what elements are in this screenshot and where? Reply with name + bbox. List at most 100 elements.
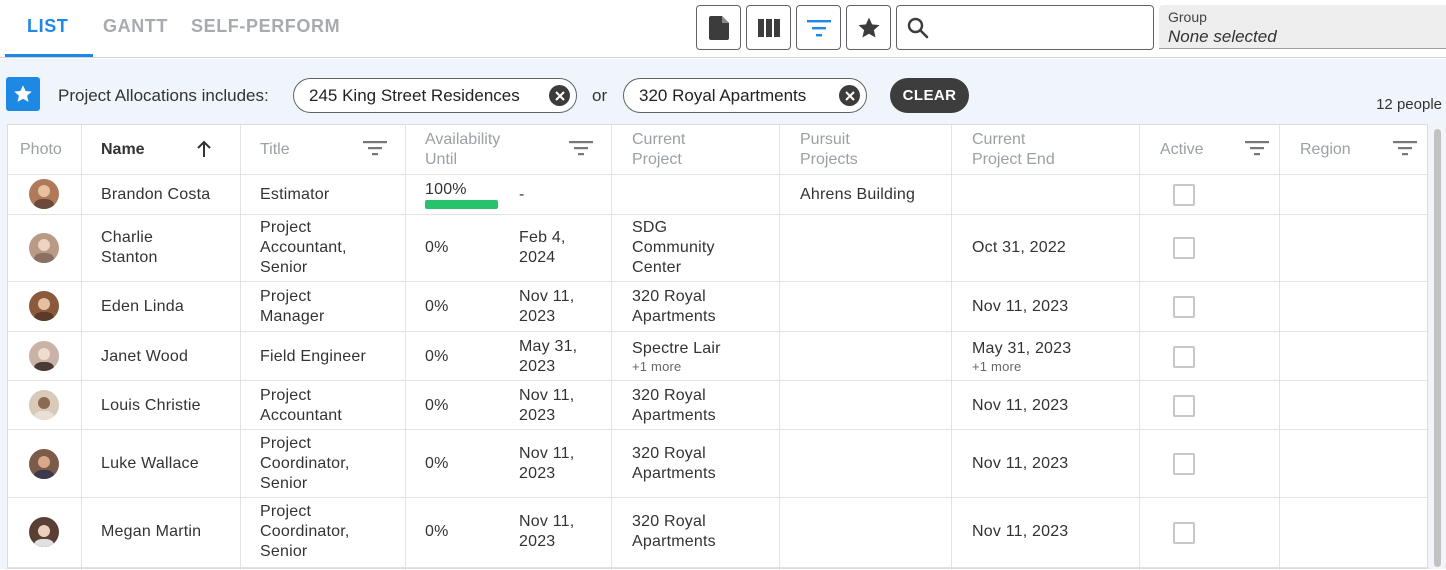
header-label: Name <box>101 141 145 158</box>
name-cell[interactable]: Charlie <box>101 228 153 248</box>
project-cell: Apartments <box>632 465 716 482</box>
star-icon <box>858 17 879 37</box>
project-cell: 320 Royal <box>632 513 706 530</box>
availability-cell: 0% <box>425 298 449 315</box>
close-icon[interactable] <box>839 85 860 106</box>
tab-self-perform[interactable]: SELF-PERFORM <box>191 16 340 37</box>
header-label: Title <box>260 141 290 158</box>
title-cell: Accountant, <box>260 239 347 256</box>
avatar <box>29 390 59 420</box>
column-header-project-end[interactable]: Current Project End <box>951 125 1139 174</box>
filter-button[interactable] <box>796 5 841 50</box>
header-label: Photo <box>20 141 62 158</box>
name-cell[interactable]: Louis Christie <box>101 396 201 416</box>
filter-icon[interactable] <box>363 139 387 157</box>
project-end-cell: Nov 11, 2023 <box>972 298 1069 315</box>
filter-chip[interactable]: 245 King Street Residences <box>293 78 577 113</box>
name-cell[interactable]: Stanton <box>101 248 158 268</box>
name-cell[interactable]: Brandon Costa <box>101 185 210 205</box>
name-cell[interactable]: Janet Wood <box>101 347 188 367</box>
availability-cell: 0% <box>425 348 449 365</box>
header-label: Region <box>1300 141 1351 158</box>
title-cell: Senior <box>260 475 308 492</box>
sort-ascending-icon[interactable] <box>196 140 212 158</box>
table-row[interactable]: Brandon Costa Estimator 100% - Ahrens Bu… <box>8 174 1429 214</box>
active-checkbox[interactable] <box>1173 184 1195 206</box>
column-header-pursuit-projects[interactable]: Pursuit Projects <box>779 125 951 174</box>
title-cell: Coordinator, <box>260 455 350 472</box>
title-cell: Field Engineer <box>260 348 366 365</box>
search-icon <box>907 17 929 39</box>
title-cell: Project <box>260 503 312 520</box>
favorites-button[interactable] <box>846 5 891 50</box>
filter-chip[interactable]: 320 Royal Apartments <box>623 78 867 113</box>
project-end-cell: Nov 11, 2023 <box>972 523 1069 540</box>
until-cell: 2023 <box>519 533 556 550</box>
column-header-current-project[interactable]: Current Project <box>611 125 779 174</box>
search-input[interactable] <box>935 14 1145 42</box>
table-row[interactable]: Charlie Stanton Project Accountant, Seni… <box>8 214 1429 281</box>
tab-gantt[interactable]: GANTT <box>103 16 168 37</box>
close-icon[interactable] <box>549 85 570 106</box>
avatar <box>29 233 59 263</box>
column-header-region[interactable]: Region <box>1279 125 1429 174</box>
active-checkbox[interactable] <box>1173 237 1195 259</box>
avatar <box>29 517 59 547</box>
tab-list[interactable]: LIST <box>27 16 68 37</box>
filter-joiner: or <box>592 86 608 105</box>
table-row[interactable]: Eden Linda Project Manager 0% Nov 11, 20… <box>8 281 1429 331</box>
export-button[interactable] <box>696 5 741 50</box>
group-select[interactable]: Group None selected <box>1159 5 1446 49</box>
clear-filters-button[interactable]: CLEAR <box>890 78 969 113</box>
group-label: Group <box>1168 9 1207 25</box>
table-row[interactable]: Louis Christie Project Accountant 0% Nov… <box>8 380 1429 429</box>
header-label: Project <box>632 151 682 168</box>
title-cell: Coordinator, <box>260 523 350 540</box>
until-cell: 2024 <box>519 249 556 266</box>
until-cell: 2023 <box>519 407 556 424</box>
until-cell: Feb 4, <box>519 229 566 246</box>
active-checkbox[interactable] <box>1173 453 1195 475</box>
column-header-photo[interactable]: Photo <box>8 125 81 174</box>
table-row[interactable]: Megan Martin Project Coordinator, Senior… <box>8 497 1429 567</box>
header-label: Availability <box>425 131 501 148</box>
project-cell: Apartments <box>632 533 716 550</box>
project-cell: 320 Royal <box>632 288 706 305</box>
active-checkbox[interactable] <box>1173 522 1195 544</box>
header-label: Current <box>632 131 686 148</box>
active-checkbox[interactable] <box>1173 346 1195 368</box>
columns-button[interactable] <box>746 5 791 50</box>
project-cell: Apartments <box>632 407 716 424</box>
name-cell[interactable]: Megan Martin <box>101 522 201 542</box>
vertical-scrollbar[interactable] <box>1432 127 1443 569</box>
column-header-title[interactable]: Title <box>240 125 405 174</box>
active-checkbox[interactable] <box>1173 296 1195 318</box>
filter-icon[interactable] <box>1393 139 1417 157</box>
star-icon <box>14 85 32 102</box>
header-label: Project End <box>972 151 1055 168</box>
table-row[interactable]: Luke Wallace Project Coordinator, Senior… <box>8 429 1429 497</box>
until-cell: May 31, <box>519 338 578 355</box>
availability-cell: 0% <box>425 455 449 472</box>
active-tab-indicator <box>5 54 93 57</box>
project-cell: Spectre Lair <box>632 340 721 357</box>
saved-filter-button[interactable] <box>6 77 40 111</box>
name-cell[interactable]: Eden Linda <box>101 297 184 317</box>
column-header-name[interactable]: Name <box>81 125 240 174</box>
active-checkbox[interactable] <box>1173 395 1195 417</box>
availability-bar <box>425 200 498 209</box>
table-row[interactable]: Janet Wood Field Engineer 0% May 31, 202… <box>8 331 1429 380</box>
project-more-link[interactable]: +1 more <box>632 360 681 374</box>
title-cell: Project <box>260 219 312 236</box>
column-header-active[interactable]: Active <box>1139 125 1279 174</box>
name-cell[interactable]: Luke Wallace <box>101 454 199 474</box>
filter-icon[interactable] <box>569 139 593 157</box>
title-cell: Senior <box>260 543 308 560</box>
column-header-availability[interactable]: Availability Until <box>405 125 611 174</box>
filter-icon[interactable] <box>1245 139 1269 157</box>
title-cell: Project <box>260 435 312 452</box>
scrollbar-thumb[interactable] <box>1434 129 1441 567</box>
until-cell: Nov 11, <box>519 288 575 305</box>
project-end-more-link[interactable]: +1 more <box>972 360 1021 374</box>
until-cell: Nov 11, <box>519 387 575 404</box>
